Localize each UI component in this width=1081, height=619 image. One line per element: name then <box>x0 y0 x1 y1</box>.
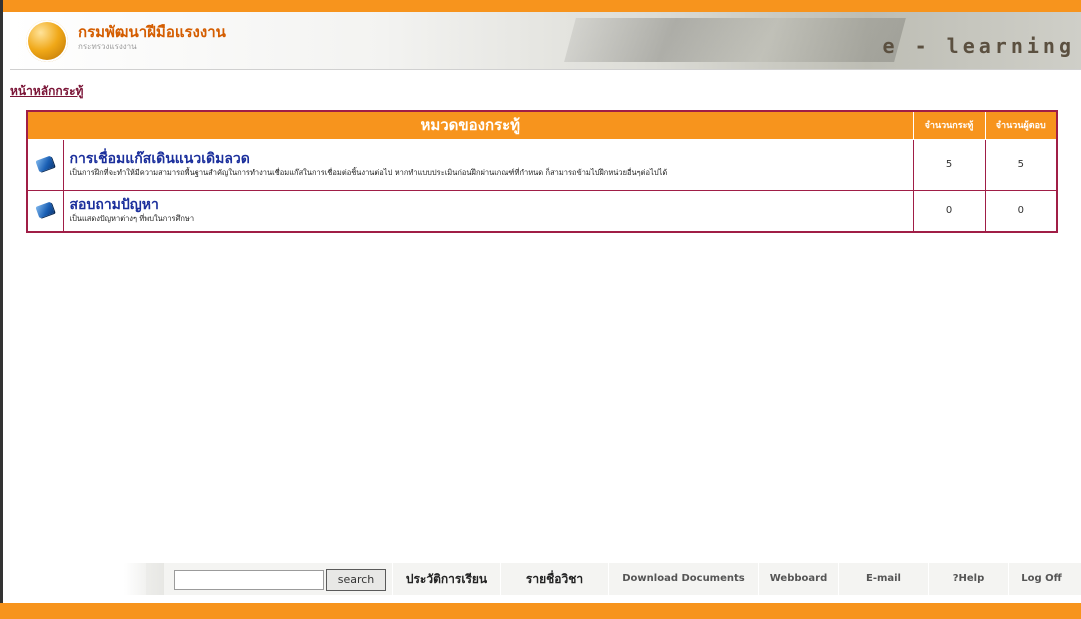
bottom-navigation: search ประวัติการเรียน รายชื่อวิชา Downl… <box>124 563 1081 595</box>
search-button[interactable]: search <box>326 569 386 591</box>
nav-learning-history[interactable]: ประวัติการเรียน <box>392 563 500 595</box>
header-banner-image <box>564 18 906 62</box>
breadcrumb-home-link[interactable]: หน้าหลักกระทู้ <box>10 82 83 101</box>
row-description-cell: การเชื่อมแก๊สเดินแนวเดิมลวด เป็นการฝึกที… <box>62 138 914 191</box>
row-icon-cell <box>26 138 64 191</box>
nav-shade <box>124 563 164 595</box>
left-edge-rule <box>0 0 3 619</box>
table-header-row: หมวดของกระทู้ จำนวนกระทู้ จำนวนผู้ตอบ <box>26 110 1058 140</box>
book-icon <box>35 201 55 219</box>
column-header-category: หมวดของกระทู้ <box>26 110 914 140</box>
nav-help[interactable]: ?Help <box>928 563 1008 595</box>
bottom-accent-bar <box>0 603 1081 619</box>
category-description: เป็นการฝึกที่จะทำให้มีความสามารถพื้นฐานส… <box>69 168 668 177</box>
replies-count: 5 <box>984 138 1058 191</box>
book-icon <box>35 155 55 173</box>
page: กรมพัฒนาฝีมือแรงงาน กระทรวงแรงงาน e - le… <box>0 0 1081 619</box>
nav-log-off[interactable]: Log Off <box>1008 563 1074 595</box>
row-icon-cell <box>26 189 64 233</box>
category-table: หมวดของกระทู้ จำนวนกระทู้ จำนวนผู้ตอบ กา… <box>26 110 1058 233</box>
table-row: การเชื่อมแก๊สเดินแนวเดิมลวด เป็นการฝึกที… <box>26 138 1058 191</box>
category-title-link[interactable]: การเชื่อมแก๊สเดินแนวเดิมลวด <box>70 151 907 168</box>
nav-course-list[interactable]: รายชื่อวิชา <box>500 563 608 595</box>
replies-count: 0 <box>984 189 1058 233</box>
elearning-wordmark: e - learning <box>882 34 1075 58</box>
nav-download-documents[interactable]: Download Documents <box>608 563 758 595</box>
topics-count: 0 <box>912 189 986 233</box>
org-subtitle: กระทรวงแรงงาน <box>78 42 137 51</box>
nav-webboard[interactable]: Webboard <box>758 563 838 595</box>
category-description: เป็นแสดงปัญหาต่างๆ ที่พบในการศึกษา <box>69 214 195 224</box>
row-description-cell: สอบถามปัญหา เป็นแสดงปัญหาต่างๆ ที่พบในกา… <box>62 189 914 233</box>
org-logo-icon <box>26 20 68 62</box>
top-accent-bar <box>0 0 1081 12</box>
nav-email[interactable]: E-mail <box>838 563 928 595</box>
topics-count: 5 <box>912 138 986 191</box>
search-input[interactable] <box>174 570 324 590</box>
column-header-topics: จำนวนกระทู้ <box>912 110 986 140</box>
table-row: สอบถามปัญหา เป็นแสดงปัญหาต่างๆ ที่พบในกา… <box>26 189 1058 233</box>
category-title-link[interactable]: สอบถามปัญหา <box>70 197 907 214</box>
site-header: กรมพัฒนาฝีมือแรงงาน กระทรวงแรงงาน e - le… <box>10 12 1081 70</box>
column-header-replies: จำนวนผู้ตอบ <box>984 110 1058 140</box>
